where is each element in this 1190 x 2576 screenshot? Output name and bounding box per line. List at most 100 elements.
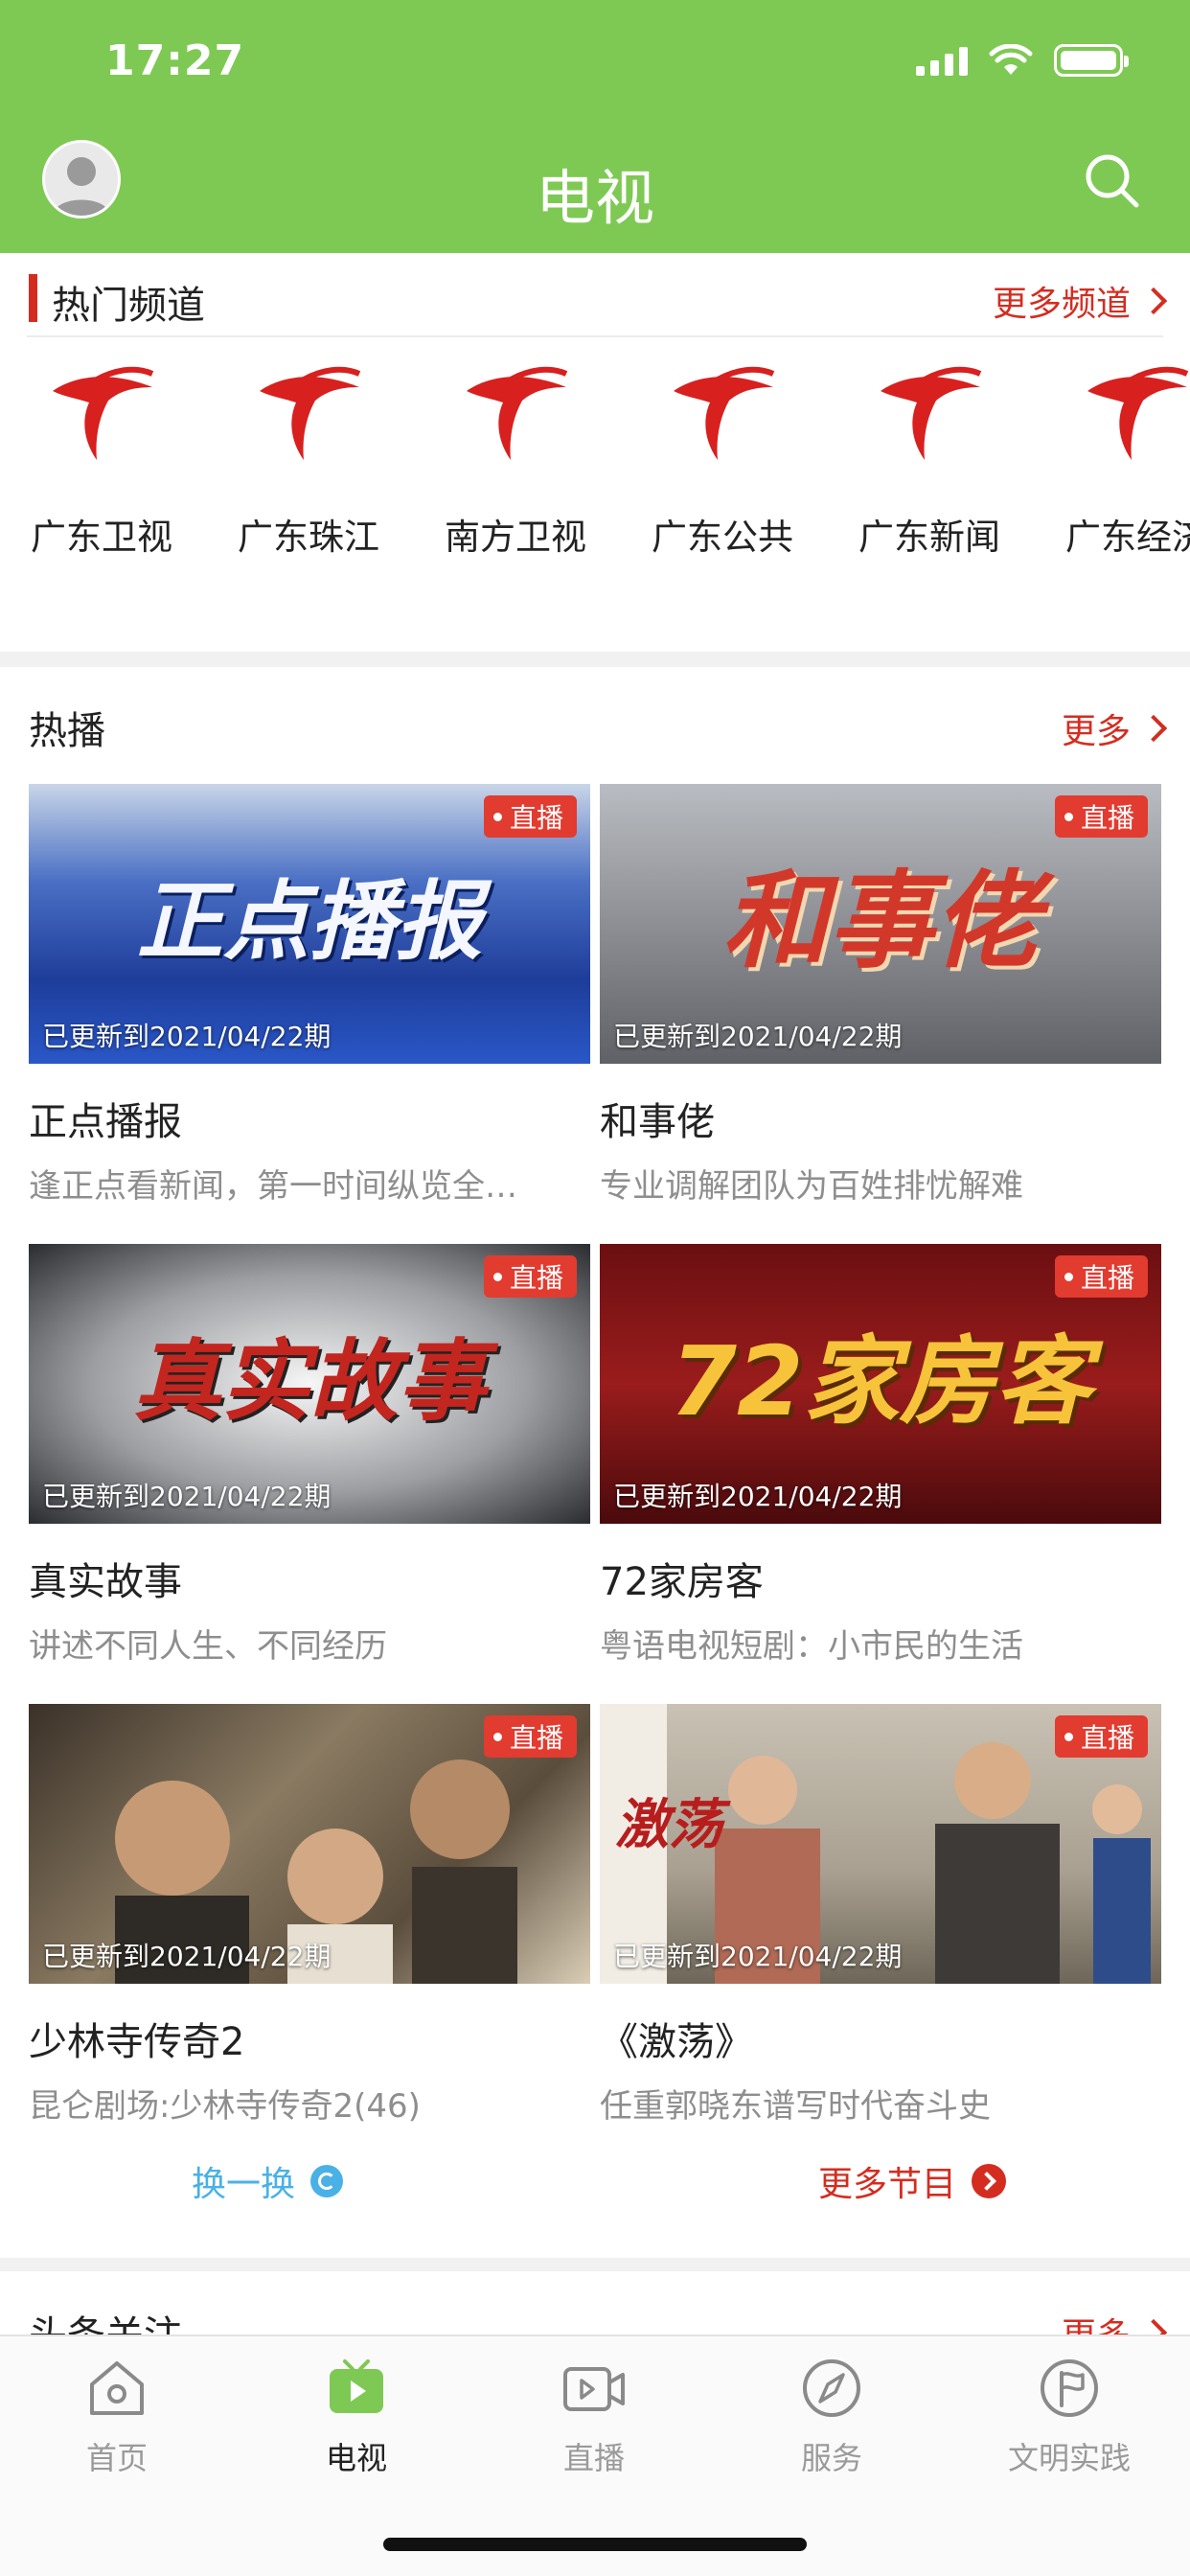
- channel-logo-icon: [53, 366, 154, 460]
- chevron-right-icon: [1139, 287, 1168, 315]
- live-badge: 直播: [483, 1255, 577, 1298]
- channel-logo-icon: [881, 366, 982, 460]
- channel-logo-icon: [674, 366, 775, 460]
- channel-name: 广东新闻: [858, 517, 1000, 558]
- update-text: 已更新到2021/04/22期: [613, 1481, 903, 1512]
- channel-name: 广东公共: [652, 517, 793, 558]
- compass-icon: [803, 2359, 860, 2417]
- battery-icon: [1054, 44, 1129, 77]
- show-card[interactable]: 正点播报 直播 已更新到2021/04/22期 正点播报 逢正点看新闻，第一时间…: [29, 784, 590, 1207]
- channel-name: 广东珠江: [238, 517, 379, 558]
- show-desc: 讲述不同人生、不同经历: [29, 1627, 387, 1666]
- live-badge: 直播: [483, 795, 577, 838]
- update-text: 已更新到2021/04/22期: [42, 1941, 332, 1972]
- update-text: 已更新到2021/04/22期: [613, 1021, 903, 1052]
- page-title: 电视: [535, 163, 654, 233]
- arrow-right-circle-icon: [972, 2164, 1007, 2198]
- cellular-signal-icon: [916, 45, 968, 76]
- show-title: 真实故事: [29, 1560, 182, 1604]
- live-badge: 直播: [1054, 795, 1148, 838]
- show-title: 《激荡》: [600, 2020, 753, 2064]
- show-card[interactable]: 真实故事 直播 已更新到2021/04/22期 真实故事 讲述不同人生、不同经历: [29, 1244, 590, 1667]
- show-card[interactable]: 激荡 直播 已更新到2021/04/22期 《激荡》 任重郭晓东谱写时代奋斗史: [600, 1704, 1161, 2127]
- show-art-text: 真实故事: [132, 1329, 486, 1433]
- show-thumbnail: 正点播报 直播 已更新到2021/04/22期: [29, 784, 590, 1064]
- section-separator: [0, 2258, 1190, 2271]
- show-art-text: 72家房客: [670, 1324, 1091, 1438]
- show-desc: 昆仑剧场:少林寺传奇2(46): [29, 2087, 421, 2126]
- live-badge: 直播: [483, 1715, 577, 1758]
- show-thumbnail: 激荡 直播 已更新到2021/04/22期: [600, 1704, 1161, 1984]
- tab-civilization-practice[interactable]: 文明实践: [973, 2354, 1165, 2478]
- channel-list: 广东卫视 广东珠江 南方卫视 广东公共 广东新闻 广东经济: [0, 345, 1190, 585]
- live-badge: 直播: [1054, 1255, 1148, 1298]
- tab-label: 首页: [85, 2440, 148, 2476]
- show-card[interactable]: 72家房客 直播 已更新到2021/04/22期 72家房客 粤语电视短剧：小市…: [600, 1244, 1161, 1667]
- channel-name: 南方卫视: [445, 517, 586, 558]
- more-programs-label: 更多节目: [818, 2165, 957, 2204]
- channel-logo-icon: [260, 366, 361, 460]
- show-title: 少林寺传奇2: [29, 2020, 245, 2064]
- tab-service[interactable]: 服务: [736, 2354, 927, 2478]
- tab-label: 电视: [325, 2440, 387, 2476]
- show-art-text: 正点播报: [137, 871, 482, 973]
- tab-tv[interactable]: 电视: [261, 2354, 452, 2478]
- channel-name: 广东经济: [1065, 517, 1190, 558]
- channel-item[interactable]: 广东卫视: [6, 345, 197, 560]
- refresh-icon: [310, 2165, 344, 2197]
- show-desc: 逢正点看新闻，第一时间纵览全…: [29, 1167, 517, 1206]
- channel-item[interactable]: 广东新闻: [834, 345, 1025, 560]
- home-indicator: [383, 2538, 807, 2551]
- show-title: 正点播报: [29, 1100, 182, 1144]
- show-art-text: 激荡: [615, 1794, 722, 1857]
- status-time: 17:27: [105, 36, 245, 85]
- app-header: 17:27 电视: [0, 0, 1190, 253]
- section-separator: [0, 652, 1190, 667]
- refresh-label: 换一换: [192, 2165, 296, 2204]
- channel-item[interactable]: 广东珠江: [213, 345, 404, 560]
- show-desc: 专业调解团队为百姓排忧解难: [600, 1167, 1023, 1206]
- hot-shows-title: 热播: [29, 709, 105, 753]
- refresh-button[interactable]: 换一换: [192, 2156, 344, 2206]
- update-text: 已更新到2021/04/22期: [42, 1021, 332, 1052]
- show-thumbnail: 72家房客 直播 已更新到2021/04/22期: [600, 1244, 1161, 1524]
- tab-label: 文明实践: [1007, 2440, 1131, 2476]
- flag-circle-icon: [1041, 2359, 1098, 2417]
- channel-item[interactable]: 广东经济: [1041, 345, 1190, 560]
- channel-name: 广东卫视: [31, 517, 172, 558]
- channel-item[interactable]: 南方卫视: [420, 345, 611, 560]
- show-thumbnail: 和事佬 直播 已更新到2021/04/22期: [600, 784, 1161, 1064]
- more-shows-link[interactable]: 更多: [1061, 703, 1168, 753]
- more-programs-button[interactable]: 更多节目: [818, 2156, 1007, 2206]
- show-card[interactable]: 直播 已更新到2021/04/22期 少林寺传奇2 昆仑剧场:少林寺传奇2(46…: [29, 1704, 590, 2127]
- update-text: 已更新到2021/04/22期: [42, 1481, 332, 1512]
- home-icon: [90, 2361, 144, 2415]
- live-badge: 直播: [1054, 1715, 1148, 1758]
- more-channels-label: 更多频道: [992, 285, 1131, 324]
- channel-logo-icon: [467, 366, 568, 460]
- tab-home[interactable]: 首页: [21, 2354, 213, 2478]
- show-title: 72家房客: [600, 1560, 764, 1604]
- update-text: 已更新到2021/04/22期: [613, 1941, 903, 1972]
- tab-label: 服务: [800, 2440, 862, 2476]
- more-shows-label: 更多: [1061, 712, 1131, 751]
- divider: [27, 335, 1163, 337]
- show-title: 和事佬: [600, 1100, 715, 1144]
- status-icons: [916, 44, 1129, 77]
- tab-label: 直播: [562, 2440, 625, 2476]
- channel-logo-icon: [1087, 366, 1189, 460]
- live-video-icon: [563, 2367, 625, 2411]
- show-desc: 粤语电视短剧：小市民的生活: [600, 1627, 1023, 1666]
- section-accent-bar: [29, 274, 37, 322]
- show-card[interactable]: 和事佬 直播 已更新到2021/04/22期 和事佬 专业调解团队为百姓排忧解难: [600, 784, 1161, 1207]
- show-thumbnail: 直播 已更新到2021/04/22期: [29, 1704, 590, 1984]
- more-channels-link[interactable]: 更多频道: [992, 276, 1168, 326]
- search-icon[interactable]: [1081, 150, 1142, 211]
- show-thumbnail: 真实故事 直播 已更新到2021/04/22期: [29, 1244, 590, 1524]
- show-desc: 任重郭晓东谱写时代奋斗史: [600, 2087, 991, 2126]
- show-art-text: 和事佬: [722, 860, 1039, 983]
- tab-live[interactable]: 直播: [498, 2354, 690, 2478]
- hot-channels-title: 热门频道: [52, 284, 205, 328]
- channel-item[interactable]: 广东公共: [627, 345, 818, 560]
- wifi-icon: [989, 44, 1033, 75]
